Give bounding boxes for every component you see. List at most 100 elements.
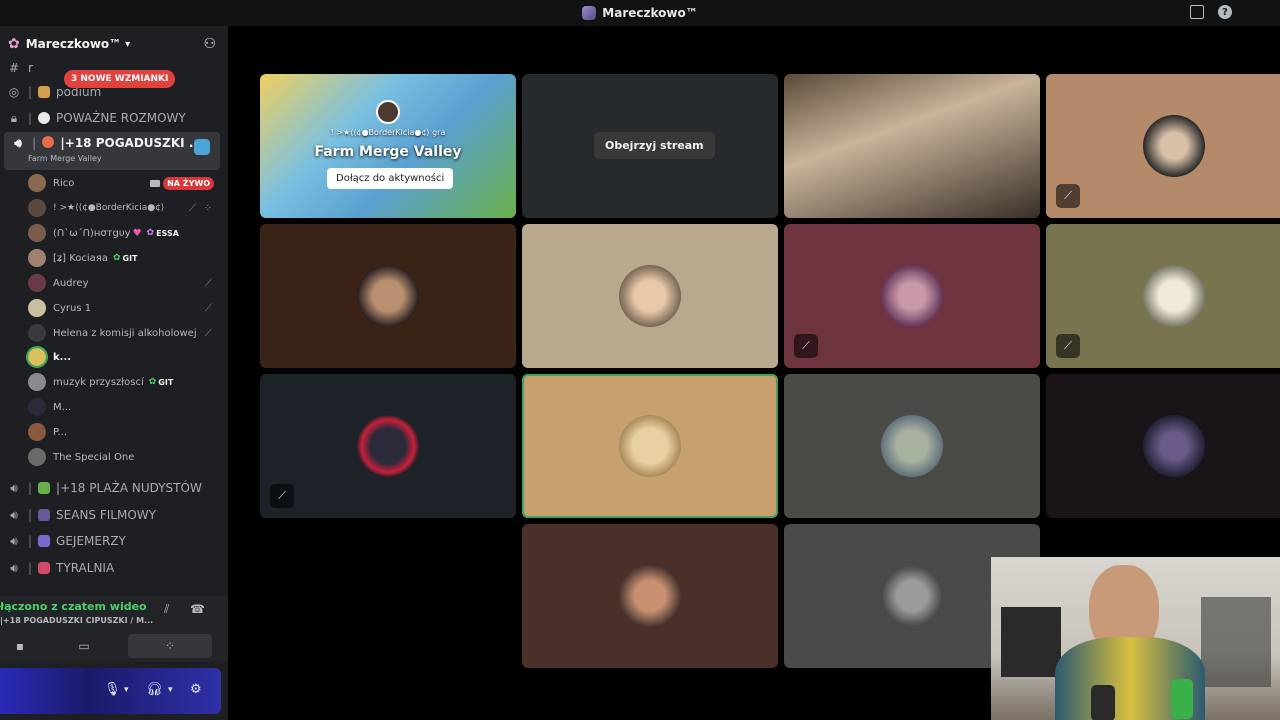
member-name: [ʑ] Kociaяa: [53, 252, 108, 264]
camera-icon: [150, 179, 160, 187]
invite-people-icon[interactable]: ⚇: [203, 36, 216, 52]
join-activity-button[interactable]: Dołącz do aktywności: [327, 168, 454, 189]
member-helena[interactable]: Helena z komisji alkoholowej ⟋: [28, 322, 218, 344]
mic-muted-icon: ⟋: [205, 277, 212, 289]
mic-muted-icon: ⟋: [189, 202, 196, 214]
member-name: Audrey: [53, 277, 89, 289]
member-tag: ✿ GIT: [148, 377, 174, 387]
member-m[interactable]: M...: [28, 396, 218, 418]
settings-gear-icon[interactable]: ⚙: [190, 682, 202, 697]
activities-icon[interactable]: ⁘: [128, 634, 212, 658]
participant-avatar: [619, 265, 681, 327]
mic-muted-icon: ⟋: [1056, 184, 1080, 208]
participant-avatar: [357, 415, 419, 477]
server-flower-icon: ✿: [8, 36, 20, 52]
hash-icon: #: [8, 61, 20, 75]
peach-emoji-icon: [42, 136, 55, 148]
chevron-down-icon[interactable]: ▾: [124, 685, 129, 695]
noise-suppression-icon[interactable]: ⫽: [164, 602, 169, 617]
camera-tile-ceiling[interactable]: [784, 74, 1040, 218]
camera-toggle-icon[interactable]: ▪: [0, 634, 40, 658]
channel-emoji-icon: [38, 562, 51, 574]
podium-icon: ◎: [8, 85, 20, 99]
participant-tile[interactable]: ⟋: [260, 374, 516, 518]
voice-status[interactable]: łączono z czatem wideo: [0, 600, 147, 613]
participant-avatar: [881, 565, 943, 627]
channel-activity-subtitle: Farm Merge Valley: [28, 154, 102, 163]
channel-seans-filmowy[interactable]: 🔊︎ | SEANS FILMOWY: [0, 503, 228, 527]
member-name: Helena z komisji alkoholowej: [53, 327, 197, 339]
user-panel: 🎙︎ ▾ 🎧︎ ▾ ⚙: [0, 668, 221, 714]
activity-game-title: Farm Merge Valley: [314, 144, 462, 160]
avatar: [28, 299, 46, 317]
participant-tile[interactable]: [1046, 374, 1280, 518]
new-mentions-pill[interactable]: 3 NOWE WZMIANKI: [64, 70, 176, 88]
participant-tile[interactable]: [522, 524, 778, 668]
avatar: [28, 373, 46, 391]
activity-app-icon[interactable]: [194, 139, 210, 155]
participant-tile[interactable]: ⟋: [1046, 74, 1280, 218]
participant-tile[interactable]: [522, 224, 778, 368]
participant-avatar: [1143, 115, 1205, 177]
channel-pogaduszki-active[interactable]: 🔊︎ | |+18 POGADUSZKI ... Farm Merge Vall…: [4, 132, 220, 170]
help-icon[interactable]: ?: [1218, 5, 1232, 19]
speaker-icon: 🔊︎: [10, 560, 18, 575]
channel-name: POWAŻNE ROZMOWY: [56, 111, 186, 125]
member-name: Cyrus 1: [53, 302, 92, 314]
channel-plaza-nudystow[interactable]: 🔊︎ | |+18 PLAŻA NUDYSTÓW: [0, 476, 228, 500]
stream-tile[interactable]: Obejrzyj stream: [522, 74, 778, 218]
inbox-icon[interactable]: [1190, 5, 1204, 19]
member-p[interactable]: P...: [28, 421, 218, 443]
member-cyrus[interactable]: Cyrus 1 ⟋: [28, 297, 218, 319]
screen-share-icon[interactable]: ▭: [44, 634, 124, 658]
participant-avatar: [1143, 415, 1205, 477]
speaker-icon: 🔊︎: [10, 533, 18, 548]
member-hotguy[interactable]: (ՈˋωˊՈ)нσтgυy ♥ ✿ ESSA: [28, 222, 218, 244]
member-k[interactable]: k...: [26, 346, 218, 368]
activity-tile[interactable]: ! >★⟨⟨¢●BorderKicia●¢⟩ gra Farm Merge Va…: [260, 74, 516, 218]
headphones-icon[interactable]: 🎧︎: [146, 682, 163, 697]
member-borderkicia[interactable]: ! >★⟨⟨¢●BorderKicia●¢⟩ ⟋ ⁘: [28, 197, 218, 219]
microphone-icon[interactable]: 🎙︎: [104, 682, 121, 697]
server-icon: [582, 6, 597, 20]
member-muzyk[interactable]: muzyk przyszłoscí ✿ GIT: [28, 371, 218, 393]
channel-tyralnia[interactable]: 🔊︎ | TYRALNIA: [0, 556, 228, 580]
member-audrey[interactable]: Audrey ⟋: [28, 272, 218, 294]
channel-powazne-rozmowy[interactable]: 🔒︎ | POWAŻNE ROZMOWY: [0, 106, 228, 130]
avatar: [28, 224, 46, 242]
channel-emoji-icon: [38, 86, 51, 98]
member-rico[interactable]: Rico NA ŻYWO: [28, 172, 218, 194]
participant-avatar: [1143, 265, 1205, 327]
participant-tile-speaking[interactable]: [522, 374, 778, 518]
mic-muted-icon: ⟋: [205, 327, 212, 339]
participant-tile[interactable]: ⟋: [784, 224, 1040, 368]
disconnect-icon[interactable]: ☎︎: [190, 602, 205, 616]
participant-tile[interactable]: [784, 374, 1040, 518]
channel-gejemerzy[interactable]: 🔊︎ | GEJEMERZY: [0, 529, 228, 553]
participant-avatar: [881, 265, 943, 327]
mic-muted-icon: ⟋: [270, 484, 294, 508]
lock-icon: 🔒︎: [10, 110, 18, 125]
member-special-one[interactable]: The Special One: [28, 446, 218, 468]
member-name: The Special One: [53, 451, 135, 463]
member-kociara[interactable]: [ʑ] Kociaяa ✿ GIT: [28, 247, 218, 269]
channel-emoji-icon: [38, 509, 51, 521]
member-tag: ✿ GIT: [112, 253, 138, 263]
chevron-down-icon[interactable]: ▾: [168, 685, 173, 695]
channel-name: |+18 POGADUSZKI ...: [60, 136, 203, 150]
avatar: [28, 174, 46, 192]
speaker-icon: 🔊︎: [10, 480, 18, 495]
channel-name: SEANS FILMOWY: [56, 508, 156, 522]
voice-channel-name[interactable]: |+18 POGADUSZKI CIPUSZKI / M...: [0, 616, 160, 625]
channel-emoji-icon: [38, 482, 51, 494]
streamer-webcam-overlay: [991, 557, 1280, 720]
participant-tile[interactable]: [260, 224, 516, 368]
participant-avatar: [619, 565, 681, 627]
avatar: [28, 398, 46, 416]
watch-stream-button[interactable]: Obejrzyj stream: [594, 132, 715, 159]
member-name: muzyk przyszłoscí: [53, 376, 144, 388]
avatar: [28, 274, 46, 292]
title-bar: Mareczkowo™ ?: [0, 0, 1280, 26]
channel-name: r: [28, 61, 33, 75]
participant-tile[interactable]: ⟋: [1046, 224, 1280, 368]
